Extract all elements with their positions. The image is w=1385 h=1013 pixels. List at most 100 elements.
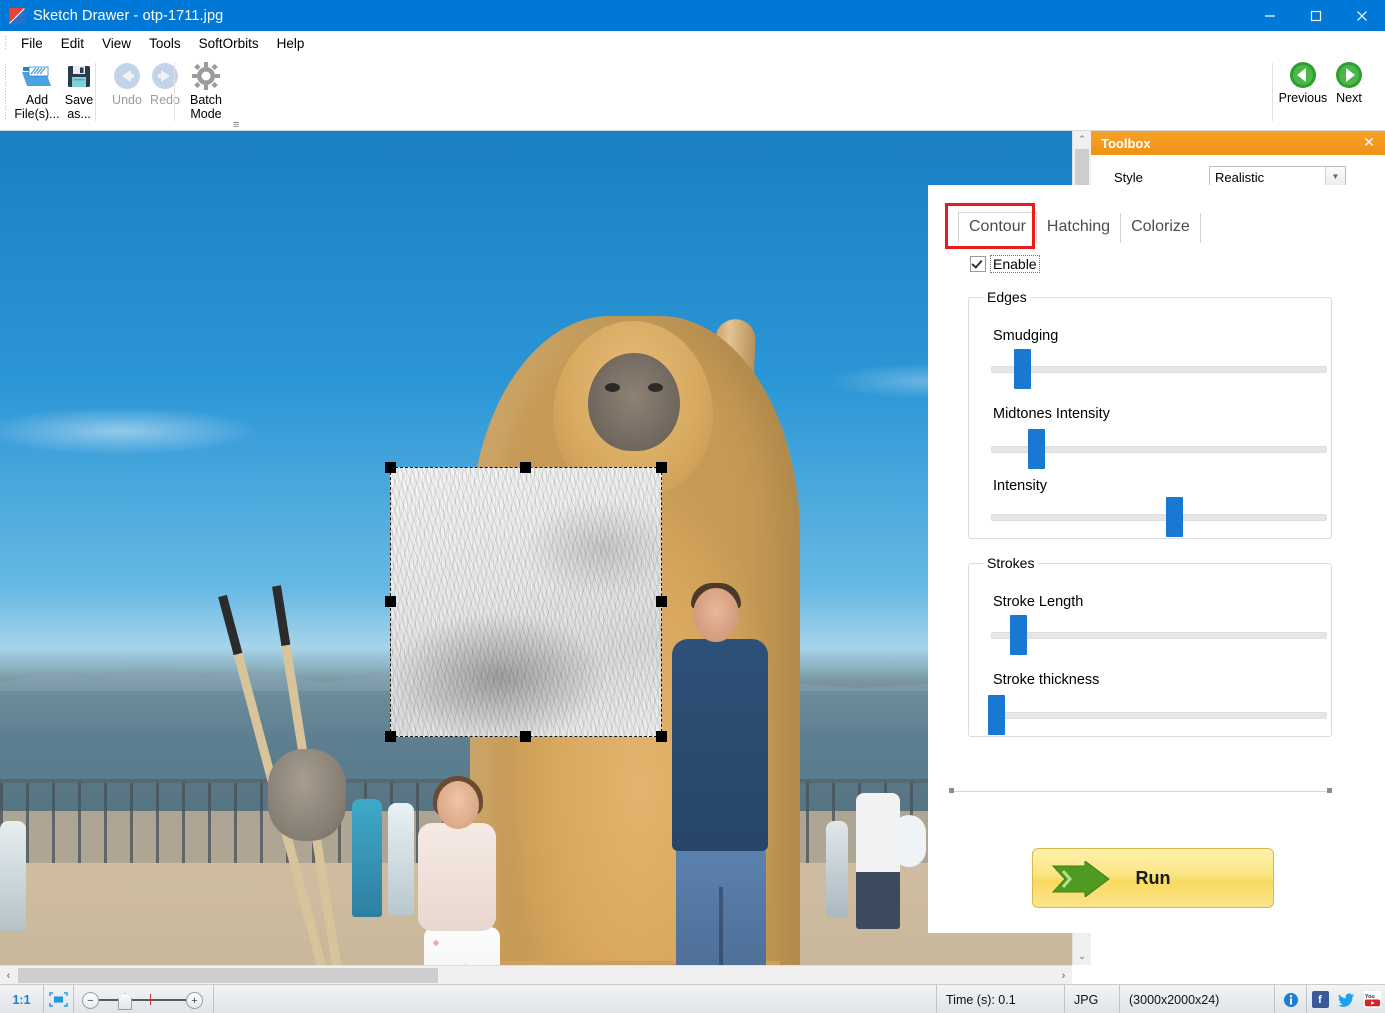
toolbox-header: Toolbox ✕ (1091, 131, 1385, 155)
close-button[interactable] (1339, 0, 1385, 31)
processing-time-label: Time (s): 0.1 (937, 985, 1065, 1013)
stroke-thickness-label: Stroke thickness (993, 672, 1099, 688)
selection-handle-top-right[interactable] (656, 462, 667, 473)
scroll-up-icon[interactable]: ⌃ (1073, 131, 1091, 148)
midtones-intensity-slider-track[interactable] (991, 446, 1327, 453)
enable-label: Enable (990, 255, 1040, 273)
menu-item-file[interactable]: File (12, 34, 52, 53)
zoom-ratio-label: 1:1 (0, 985, 44, 1013)
application-window: Sketch Drawer - otp-1711.jpg File Edit V… (0, 0, 1385, 1013)
image-dimensions-label: (3000x2000x24) (1120, 985, 1275, 1013)
contour-tab-annotation (945, 203, 1035, 249)
run-arrow-icon (1051, 861, 1119, 902)
redo-label: Redo (150, 93, 180, 107)
edges-group-title: Edges (983, 289, 1031, 305)
toolbox-title: Toolbox (1101, 136, 1151, 151)
zoom-slider[interactable]: − + (74, 985, 214, 1013)
selection-handle-middle-left[interactable] (385, 596, 396, 607)
toolbox-panel: Contour Hatching Colorize Edges Smudging… (928, 185, 1385, 933)
facebook-icon[interactable]: f (1312, 991, 1329, 1008)
image-canvas[interactable] (0, 131, 1072, 965)
twitter-icon[interactable] (1338, 991, 1355, 1008)
enable-checkbox[interactable] (970, 256, 986, 272)
zoom-slider-thumb[interactable] (118, 993, 132, 1010)
menu-item-view[interactable]: View (93, 34, 140, 53)
menu-grip-icon[interactable] (4, 35, 8, 51)
panel-separator (950, 791, 1330, 792)
menu-item-tools[interactable]: Tools (140, 34, 190, 53)
enable-row[interactable]: Enable (970, 255, 1040, 273)
background-person (0, 821, 26, 931)
girl-legs (424, 927, 500, 965)
run-button-label: Run (1136, 868, 1171, 889)
selection-handle-bottom-center[interactable] (520, 731, 531, 742)
title-bar: Sketch Drawer - otp-1711.jpg (0, 0, 1385, 31)
menu-bar: File Edit View Tools SoftOrbits Help (0, 31, 1385, 55)
zoom-in-button[interactable]: + (186, 992, 203, 1009)
background-person (826, 821, 848, 917)
maximize-button[interactable] (1293, 0, 1339, 31)
toolbox-close-icon[interactable]: ✕ (1361, 134, 1377, 150)
zoom-out-button[interactable]: − (82, 992, 99, 1009)
menu-item-softorbits[interactable]: SoftOrbits (190, 34, 268, 53)
horizontal-scroll-thumb[interactable] (18, 968, 438, 983)
smudging-slider-track[interactable] (991, 366, 1327, 373)
man-torso (672, 639, 768, 851)
stroke-thickness-slider-track[interactable] (991, 712, 1327, 719)
fit-to-window-button[interactable] (44, 985, 74, 1013)
zoom-slider-tick (150, 994, 151, 1005)
toolbar-separator-2 (174, 63, 175, 121)
fit-to-window-icon (49, 992, 68, 1007)
intensity-slider-track[interactable] (991, 514, 1327, 521)
sketch-preview-selection[interactable] (390, 467, 662, 737)
menu-item-help[interactable]: Help (268, 34, 314, 53)
chevron-down-icon[interactable]: ▼ (1325, 167, 1345, 186)
app-icon (9, 8, 25, 24)
selection-handle-top-center[interactable] (520, 462, 531, 473)
man-head (693, 588, 739, 642)
scroll-down-icon[interactable]: ⌄ (1073, 948, 1091, 965)
next-button[interactable]: Next (1318, 59, 1380, 105)
stroke-length-label: Stroke Length (993, 594, 1083, 610)
add-files-icon (20, 59, 54, 93)
intensity-slider-thumb[interactable] (1166, 497, 1183, 537)
gorilla-face (588, 353, 680, 451)
scroll-right-icon[interactable]: › (1055, 966, 1072, 985)
scroll-left-icon[interactable]: ‹ (0, 966, 17, 985)
youtube-icon[interactable]: You (1364, 991, 1381, 1008)
stroke-length-slider-thumb[interactable] (1010, 615, 1027, 655)
gorilla-eye (605, 383, 620, 392)
batch-mode-button[interactable]: Batch Mode (177, 59, 235, 127)
zoom-slider-track (98, 999, 190, 1001)
girl-body (418, 823, 496, 931)
selection-handle-middle-right[interactable] (656, 596, 667, 607)
svg-text:You: You (1364, 994, 1374, 1000)
style-label: Style (1114, 170, 1209, 185)
background-person (856, 793, 900, 929)
menu-item-edit[interactable]: Edit (52, 34, 93, 53)
toolbar-expand-chevron-icon[interactable]: ≡ (233, 119, 239, 131)
midtones-intensity-slider-thumb[interactable] (1028, 429, 1045, 469)
background-person (388, 803, 414, 915)
tab-hatching[interactable]: Hatching (1037, 213, 1121, 243)
horizontal-scrollbar[interactable]: ‹ › (0, 965, 1072, 985)
batch-mode-label: Batch Mode (190, 93, 222, 121)
gorilla-eye (648, 383, 663, 392)
window-title: Sketch Drawer - otp-1711.jpg (33, 8, 223, 24)
run-button[interactable]: Run (1032, 848, 1274, 908)
info-button[interactable] (1275, 985, 1307, 1013)
tab-colorize[interactable]: Colorize (1121, 213, 1201, 243)
stroke-thickness-slider-thumb[interactable] (988, 695, 1005, 735)
strokes-group: Strokes Stroke Length Stroke thickness (968, 563, 1332, 737)
minimize-button[interactable] (1247, 0, 1293, 31)
smudging-slider-thumb[interactable] (1014, 349, 1031, 389)
gorilla-hand (268, 749, 346, 841)
selection-handle-top-left[interactable] (385, 462, 396, 473)
info-icon (1283, 992, 1299, 1008)
window-controls (1247, 0, 1385, 31)
selection-handle-bottom-left[interactable] (385, 731, 396, 742)
selection-handle-bottom-right[interactable] (656, 731, 667, 742)
stroke-length-slider-track[interactable] (991, 632, 1327, 639)
style-dropdown-value: Realistic (1215, 170, 1264, 185)
intensity-label: Intensity (993, 478, 1047, 494)
